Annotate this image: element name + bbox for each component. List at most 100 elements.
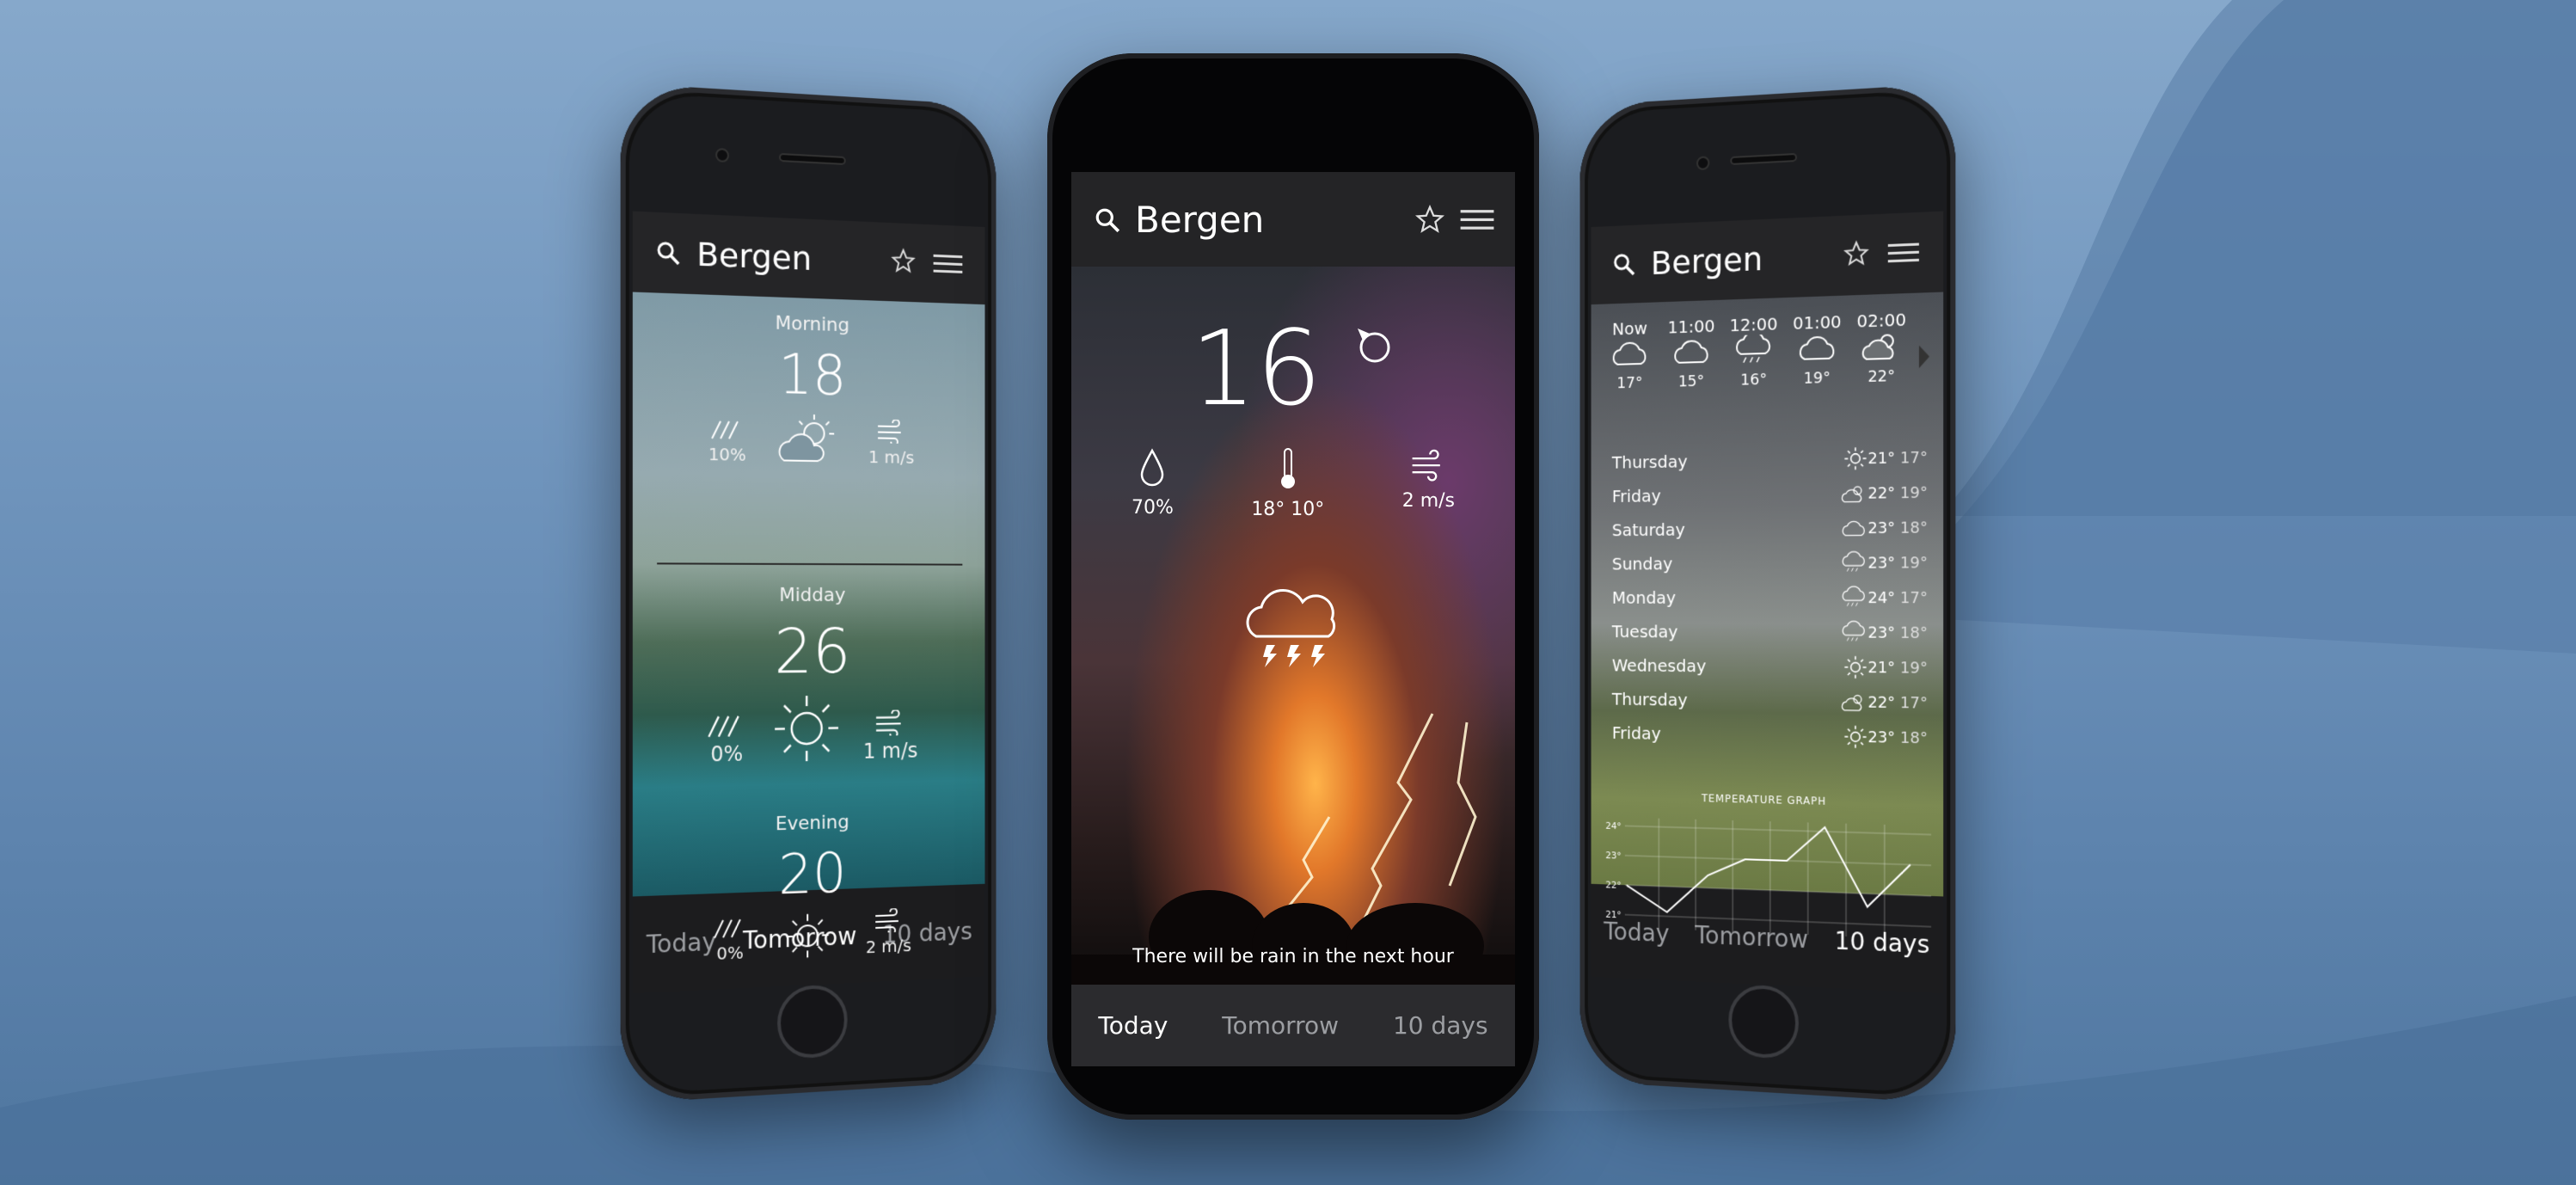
tab-10-days[interactable]: 10 days xyxy=(1393,1011,1488,1040)
rain-icon xyxy=(704,712,749,739)
cloud-icon xyxy=(1671,336,1712,366)
earpiece xyxy=(779,153,846,165)
star-icon[interactable] xyxy=(1843,240,1873,271)
midday-forecast: Midday 26 0% 1 m/s xyxy=(633,585,985,769)
day-high-low: 23° 18° xyxy=(1868,519,1928,537)
rain-value: 0% xyxy=(704,741,749,766)
search-icon[interactable] xyxy=(655,239,681,267)
sun-icon xyxy=(1843,724,1868,749)
star-icon[interactable] xyxy=(891,248,918,278)
wind-icon xyxy=(872,908,905,933)
day-high: 22° xyxy=(1868,693,1895,712)
drop-icon xyxy=(1137,447,1168,488)
hourly-forecast: Now 17° 11:00 15° 12:00 16° 01:00 19° 02… xyxy=(1603,308,1931,392)
home-button[interactable] xyxy=(1728,984,1799,1059)
wind-stat: 1 m/s xyxy=(863,709,918,764)
center-phone: Bergen 16 70% 18° 10° 2 m/s There will b… xyxy=(1047,53,1539,1120)
wind-direction-icon xyxy=(1354,325,1395,366)
graph-tick: 22° xyxy=(1605,879,1621,891)
cloud-icon xyxy=(1610,338,1650,368)
day-low: 17° xyxy=(1900,588,1928,606)
list-item[interactable]: Monday 24° 17° xyxy=(1612,580,1928,616)
graph-tick: 21° xyxy=(1605,909,1621,921)
day-high-low: 24° 17° xyxy=(1868,588,1928,606)
list-item[interactable]: Tuesday 23° 18° xyxy=(1612,615,1928,651)
tab-tomorrow[interactable]: Tomorrow xyxy=(1222,1011,1339,1040)
star-icon[interactable] xyxy=(1415,205,1444,234)
partly-cloudy-icon xyxy=(1840,481,1868,506)
rain-stat: 0% xyxy=(704,712,749,767)
day-low: 18° xyxy=(1900,623,1928,642)
wind-value: 2 m/s xyxy=(866,935,911,957)
list-item[interactable]: Friday 22° 19° xyxy=(1612,475,1928,513)
list-item[interactable]: Saturday 23° 18° xyxy=(1612,510,1928,547)
list-item[interactable]: Wednesday 21° 19° xyxy=(1612,648,1928,685)
hour-item: 01:00 19° xyxy=(1788,311,1846,389)
graph-tick: 23° xyxy=(1605,850,1621,862)
rain-icon xyxy=(708,417,746,440)
menu-icon[interactable] xyxy=(1460,208,1493,230)
wind-value: 1 m/s xyxy=(863,739,918,764)
menu-icon[interactable] xyxy=(934,253,965,276)
current-stats: 70% 18° 10° 2 m/s xyxy=(1132,447,1455,520)
search-icon[interactable] xyxy=(1612,251,1636,278)
sun-icon xyxy=(784,911,831,961)
day-name: Wednesday xyxy=(1612,655,1843,678)
day-high-low: 22° 17° xyxy=(1868,693,1928,712)
day-low: 19° xyxy=(1900,659,1928,678)
front-camera xyxy=(1696,156,1709,170)
list-item[interactable]: Thursday 22° 17° xyxy=(1612,682,1928,721)
morning-forecast: Morning 18 10% 1 m/s xyxy=(633,308,985,469)
chevron-right-icon[interactable] xyxy=(1917,343,1931,370)
rain-cloud-icon xyxy=(1840,586,1868,610)
list-item[interactable]: Sunday 23° 19° xyxy=(1612,545,1928,580)
thermometer-icon xyxy=(1277,447,1299,490)
day-low: 18° xyxy=(1900,519,1928,537)
left-phone: Bergen Morning 18 10% 1 m/s Midday 26 0%… xyxy=(621,83,997,1104)
cloud-icon xyxy=(1840,516,1868,541)
search-icon[interactable] xyxy=(1094,206,1119,232)
wind-stat: 2 m/s xyxy=(1402,447,1455,520)
right-phone: Bergen Now 17° 11:00 15° 12:00 16° 01:00… xyxy=(1580,83,1956,1104)
humidity-value: 70% xyxy=(1132,497,1174,519)
day-high-low: 23° 19° xyxy=(1868,554,1928,573)
hour-time: 11:00 xyxy=(1664,316,1720,338)
right-phone-screen: Bergen Now 17° 11:00 15° 12:00 16° 01:00… xyxy=(1592,212,1944,993)
rain-cloud-icon xyxy=(1840,620,1868,644)
rain-cloud-icon xyxy=(1840,550,1868,574)
hour-time: 02:00 xyxy=(1852,309,1911,332)
hour-temp: 16° xyxy=(1726,370,1782,390)
day-high-low: 21° 19° xyxy=(1868,658,1928,677)
bottom-tabs: Today Tomorrow 10 days xyxy=(1071,985,1515,1066)
day-name: Sunday xyxy=(1612,553,1840,574)
day-high-low: 23° 18° xyxy=(1868,728,1928,747)
tab-today[interactable]: Today xyxy=(1098,1011,1168,1040)
daily-forecast-list: Thursday 21° 17° Friday 22° 19° Saturday… xyxy=(1612,440,1928,756)
wind-value: 1 m/s xyxy=(868,446,914,468)
rain-stat: 10% xyxy=(708,417,746,464)
day-high: 24° xyxy=(1868,588,1895,606)
hour-temp: 19° xyxy=(1788,368,1846,388)
front-camera xyxy=(715,148,729,163)
day-low: 19° xyxy=(1900,554,1928,572)
list-item[interactable]: Thursday 21° 17° xyxy=(1612,440,1928,480)
period-temp: 26 xyxy=(774,615,850,688)
list-item[interactable]: Friday 23° 18° xyxy=(1612,715,1928,755)
hour-time: 12:00 xyxy=(1726,313,1782,335)
left-phone-screen: Bergen Morning 18 10% 1 m/s Midday 26 0%… xyxy=(633,212,985,993)
home-button[interactable] xyxy=(777,984,848,1059)
period-label: Midday xyxy=(633,585,985,607)
day-low: 19° xyxy=(1900,483,1928,502)
temperature-line xyxy=(1627,822,1911,922)
temp-range-stat: 18° 10° xyxy=(1251,447,1324,520)
day-name: Saturday xyxy=(1612,518,1840,540)
hour-temp: 17° xyxy=(1603,373,1658,392)
menu-icon[interactable] xyxy=(1888,241,1921,265)
sun-icon xyxy=(1843,446,1868,471)
wind-icon xyxy=(875,420,908,444)
rain-value: 10% xyxy=(708,444,746,465)
earpiece xyxy=(1730,153,1797,165)
period-temp: 20 xyxy=(778,842,846,908)
temperature-graph: 24° 23° 22° 21° xyxy=(1603,808,1931,949)
day-high: 23° xyxy=(1868,519,1895,537)
